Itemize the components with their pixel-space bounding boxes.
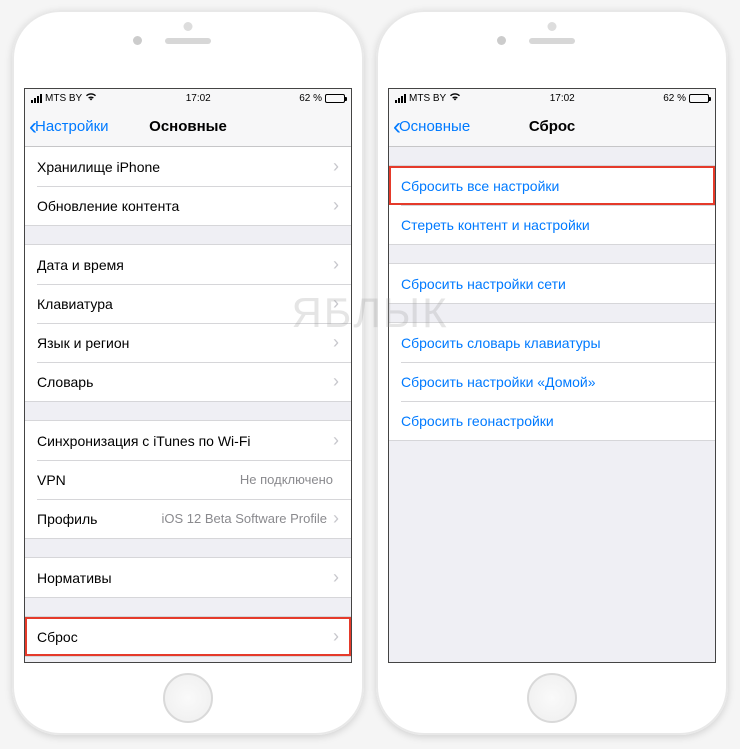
home-button[interactable] (163, 673, 213, 723)
content-right: Сбросить все настройки Стереть контент и … (389, 147, 715, 662)
nav-bar: ‹ Основные Сброс (389, 107, 715, 147)
chevron-right-icon: › (333, 567, 339, 588)
sensor-dot (184, 22, 193, 31)
row-label: Дата и время (37, 257, 124, 273)
signal-icon (31, 94, 42, 103)
carrier-label: MTS BY (45, 93, 82, 104)
row-label: Хранилище iPhone (37, 159, 160, 175)
settings-row[interactable]: Сбросить настройки «Домой» (389, 362, 715, 401)
row-label: Профиль (37, 511, 97, 527)
back-button[interactable]: ‹ Настройки (29, 118, 109, 135)
back-button[interactable]: ‹ Основные (393, 118, 470, 135)
phone-speaker (165, 38, 211, 44)
front-camera (133, 36, 142, 45)
settings-group: Хранилище iPhone › Обновление контента › (25, 147, 351, 226)
settings-row[interactable]: Сбросить геонастройки (389, 401, 715, 440)
settings-group: Синхронизация с iTunes по Wi-Fi › VPN Не по… (25, 420, 351, 539)
page-title: Сброс (529, 118, 575, 135)
row-label: Клавиатура (37, 296, 113, 312)
chevron-right-icon: › (333, 508, 339, 529)
settings-row[interactable]: Клавиатура › (25, 284, 351, 323)
row-label: Сброс (37, 629, 78, 645)
settings-row[interactable]: VPN Не подключено (25, 460, 351, 499)
settings-row[interactable]: Стереть контент и настройки (389, 205, 715, 244)
page-title: Основные (149, 118, 227, 135)
row-detail: Не подключено (240, 472, 333, 487)
back-label: Настройки (35, 118, 109, 135)
battery-pct: 62 % (299, 93, 322, 104)
battery-icon (325, 94, 345, 103)
settings-group: Дата и время›Клавиатура›Язык и регион›Сл… (25, 244, 351, 402)
row-label: Сбросить геонастройки (401, 413, 554, 429)
row-label: Нормативы (37, 570, 112, 586)
chevron-right-icon: › (333, 195, 339, 216)
battery-pct: 62 % (663, 93, 686, 104)
settings-group: Сбросить все настройки Стереть контент и … (389, 165, 715, 245)
row-label: Словарь (37, 374, 93, 390)
chevron-right-icon: › (333, 626, 339, 647)
settings-row[interactable]: Язык и регион › (25, 323, 351, 362)
chevron-right-icon: › (333, 430, 339, 451)
settings-row[interactable]: Сбросить настройки сети (389, 264, 715, 303)
row-label: Сбросить настройки сети (401, 276, 566, 292)
status-time: 17:02 (186, 93, 211, 104)
settings-group: Сбросить словарь клавиатуры Сбросить наст… (389, 322, 715, 441)
screen-right: MTS BY 17:02 62 % ‹ Основные Сброс Сброс… (388, 88, 716, 663)
row-label: Язык и регион (37, 335, 129, 351)
chevron-right-icon: › (333, 293, 339, 314)
sensor-dot (548, 22, 557, 31)
settings-row[interactable]: Нормативы › (25, 558, 351, 597)
chevron-right-icon: › (333, 156, 339, 177)
status-bar: MTS BY 17:02 62 % (25, 89, 351, 107)
settings-group: Нормативы › (25, 557, 351, 598)
screen-left: MTS BY 17:02 62 % ‹ Настройки Основные Х… (24, 88, 352, 663)
settings-row[interactable]: Словарь › (25, 362, 351, 401)
phone-right: MTS BY 17:02 62 % ‹ Основные Сброс Сброс… (376, 10, 728, 735)
status-bar: MTS BY 17:02 62 % (389, 89, 715, 107)
settings-row[interactable]: Синхронизация с iTunes по Wi-Fi › (25, 421, 351, 460)
settings-group: Сброс › (25, 616, 351, 657)
settings-row[interactable]: Профиль iOS 12 Beta Software Profile › (25, 499, 351, 538)
settings-row[interactable]: Дата и время › (25, 245, 351, 284)
settings-row[interactable]: Сбросить словарь клавиатуры (389, 323, 715, 362)
chevron-right-icon: › (333, 254, 339, 275)
row-label: Обновление контента (37, 198, 179, 214)
carrier-label: MTS BY (409, 93, 446, 104)
wifi-icon (449, 92, 461, 104)
row-detail: iOS 12 Beta Software Profile (162, 511, 327, 526)
content-left: Хранилище iPhone›Обновление контента›Дат… (25, 147, 351, 662)
row-label: Сбросить словарь клавиатуры (401, 335, 601, 351)
front-camera (497, 36, 506, 45)
nav-bar: ‹ Настройки Основные (25, 107, 351, 147)
phone-speaker (529, 38, 575, 44)
phone-left: MTS BY 17:02 62 % ‹ Настройки Основные Х… (12, 10, 364, 735)
row-label: VPN (37, 472, 66, 488)
signal-icon (395, 94, 406, 103)
chevron-right-icon: › (333, 332, 339, 353)
settings-row[interactable]: Обновление контента › (25, 186, 351, 225)
settings-group: Сбросить настройки сети (389, 263, 715, 304)
row-label: Стереть контент и настройки (401, 217, 590, 233)
settings-row[interactable]: Сбросить все настройки (389, 166, 715, 205)
settings-row[interactable]: Сброс › (25, 617, 351, 656)
battery-icon (689, 94, 709, 103)
status-time: 17:02 (550, 93, 575, 104)
row-label: Сбросить все настройки (401, 178, 559, 194)
wifi-icon (85, 92, 97, 104)
chevron-right-icon: › (333, 371, 339, 392)
back-label: Основные (399, 118, 470, 135)
home-button[interactable] (527, 673, 577, 723)
row-label: Сбросить настройки «Домой» (401, 374, 596, 390)
row-label: Синхронизация с iTunes по Wi-Fi (37, 433, 251, 449)
settings-row[interactable]: Хранилище iPhone › (25, 147, 351, 186)
